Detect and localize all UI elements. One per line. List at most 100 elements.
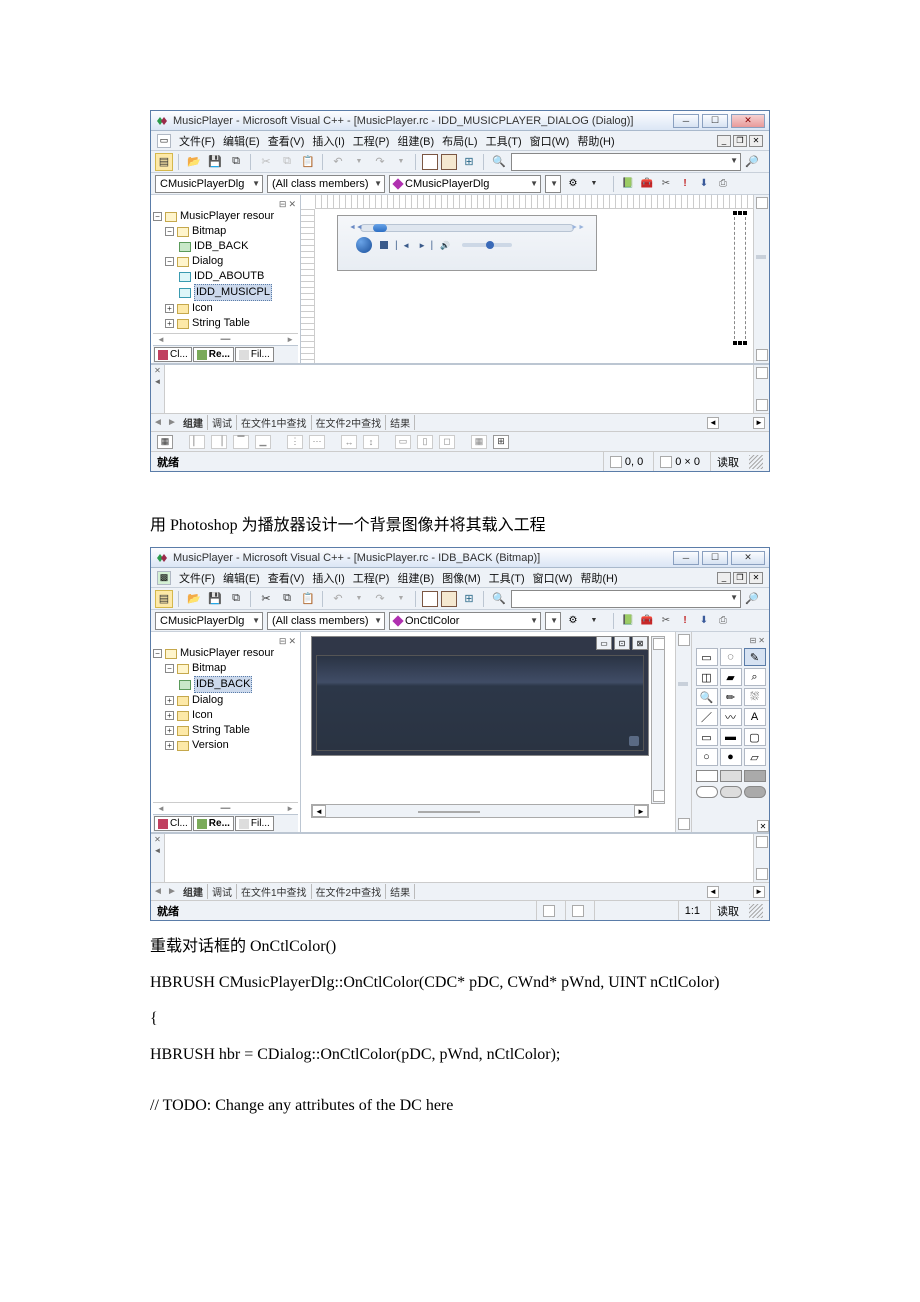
play-button[interactable] — [356, 237, 372, 253]
tab-results[interactable]: 结果 — [386, 884, 415, 899]
menu-project[interactable]: 工程(P) — [353, 133, 390, 149]
maximize-button[interactable]: ☐ — [702, 551, 728, 565]
option-4[interactable] — [696, 786, 718, 798]
output-button[interactable] — [441, 154, 457, 170]
mini-btn-3[interactable]: ⊠ — [632, 636, 648, 650]
tab-find2[interactable]: 在文件2中查找 — [312, 884, 387, 899]
cut-button[interactable]: ✂ — [257, 153, 275, 171]
tree-bitmap[interactable]: Bitmap — [192, 224, 226, 239]
slider-thumb[interactable] — [373, 224, 387, 232]
line-tool[interactable]: ／ — [696, 708, 718, 726]
editor-vscroll[interactable] — [753, 195, 769, 363]
menu-build[interactable]: 组建(B) — [397, 133, 434, 149]
menu-file[interactable]: 文件(F) — [179, 570, 215, 586]
center-v[interactable]: ⋯ — [309, 435, 325, 449]
nav-combo[interactable] — [545, 175, 561, 193]
redo-button[interactable]: ↷ — [371, 590, 389, 608]
eraser-tool[interactable]: ◫ — [696, 668, 718, 686]
tab-next[interactable]: ► — [165, 886, 179, 897]
guides-toggle[interactable]: ⊞ — [493, 435, 509, 449]
download-icon[interactable]: ⬇ — [696, 176, 712, 192]
menu-edit[interactable]: 编辑(E) — [223, 133, 260, 149]
nav-combo[interactable] — [545, 612, 561, 630]
find-combo[interactable] — [511, 590, 741, 608]
tab-find1[interactable]: 在文件1中查找 — [237, 415, 312, 430]
menu-tools[interactable]: 工具(T) — [486, 133, 522, 149]
close-button[interactable]: ✕ — [731, 551, 765, 565]
filled-rect-tool[interactable]: ▬ — [720, 728, 742, 746]
tab-next[interactable]: ► — [165, 417, 179, 428]
hscroll-thumb[interactable] — [418, 811, 480, 813]
workspace-button[interactable] — [422, 154, 438, 170]
tab-fileview[interactable]: Fil... — [235, 347, 274, 362]
find-button[interactable]: 🔎 — [744, 591, 760, 607]
align-right[interactable]: ▕ — [211, 435, 227, 449]
minimize-button[interactable]: ─ — [673, 114, 699, 128]
find-in-files-button[interactable]: 🔍 — [490, 153, 508, 171]
menu-image[interactable]: 图像(M) — [442, 570, 481, 586]
save-all-button[interactable]: ⧉ — [227, 153, 245, 171]
tab-build[interactable]: 组建 — [179, 415, 208, 430]
rect-tool[interactable]: ▭ — [696, 728, 718, 746]
filled-ellipse-tool[interactable]: ● — [720, 748, 742, 766]
output-vscroll[interactable] — [753, 834, 769, 882]
tab-prev[interactable]: ◄ — [151, 417, 165, 428]
save-all-button[interactable]: ⧉ — [227, 590, 245, 608]
tab-prev[interactable]: ◄ — [151, 886, 165, 897]
hscroll-right[interactable]: ► — [753, 417, 765, 429]
menu-window[interactable]: 窗口(W) — [533, 570, 573, 586]
tab-classview[interactable]: Cl... — [154, 347, 192, 362]
wizard-action-icon[interactable]: ⚙ — [565, 176, 581, 192]
same-size[interactable]: ◻ — [439, 435, 455, 449]
mdi-minimize[interactable]: _ — [717, 135, 731, 147]
find-button[interactable]: 🔎 — [744, 154, 760, 170]
copy-button[interactable]: ⧉ — [278, 590, 296, 608]
scissors-icon[interactable]: ✂ — [658, 176, 674, 192]
class-combo[interactable]: CMusicPlayerDlg — [155, 612, 263, 630]
align-left[interactable]: ▏ — [189, 435, 205, 449]
rewind-icon[interactable]: ◄◄ — [349, 224, 363, 231]
align-top[interactable]: ▔ — [233, 435, 249, 449]
volume-icon[interactable]: 🔊 — [440, 241, 450, 250]
prev-button[interactable]: ▏◄ — [396, 241, 410, 250]
collapse-icon[interactable]: − — [165, 227, 174, 236]
resource-tree[interactable]: −MusicPlayer resour −Bitmap IDB_BACK −Di… — [153, 209, 298, 333]
cut-button[interactable]: ✂ — [257, 590, 275, 608]
members-combo[interactable]: (All class members) — [267, 175, 385, 193]
tab-debug[interactable]: 调试 — [208, 884, 237, 899]
mdi-restore[interactable]: ❐ — [733, 572, 747, 584]
find-in-files-button[interactable]: 🔍 — [490, 590, 508, 608]
redo-dd[interactable]: ▼ — [392, 153, 410, 171]
tree-bitmap[interactable]: Bitmap — [192, 661, 226, 676]
mini-btn-1[interactable]: ▭ — [596, 636, 612, 650]
space-h[interactable]: ↔ — [341, 435, 357, 449]
option-6[interactable] — [744, 786, 766, 798]
menu-window[interactable]: 窗口(W) — [530, 133, 570, 149]
members-combo[interactable]: (All class members) — [267, 612, 385, 630]
same-height[interactable]: ▯ — [417, 435, 433, 449]
same-width[interactable]: ▭ — [395, 435, 411, 449]
tab-classview[interactable]: Cl... — [154, 816, 192, 831]
new-button[interactable]: ▤ — [155, 590, 173, 608]
hscroll-right[interactable]: ► — [634, 805, 648, 817]
palette-close-icon[interactable]: ✕ — [757, 820, 769, 832]
pin-icon[interactable]: ⊟ — [750, 636, 757, 646]
resize-grip[interactable] — [749, 455, 763, 469]
tab-build[interactable]: 组建 — [179, 884, 208, 899]
tree-string-table[interactable]: String Table — [192, 316, 250, 331]
test-dialog-button[interactable]: ▦ — [157, 435, 173, 449]
bitmap-editor[interactable]: ▭ ⊡ ⊠ ◄ ► — [301, 632, 675, 832]
maximize-button[interactable]: ☐ — [702, 114, 728, 128]
tab-find2[interactable]: 在文件2中查找 — [312, 415, 387, 430]
curve-tool[interactable]: 〰 — [720, 708, 742, 726]
text-tool[interactable]: A — [744, 708, 766, 726]
option-1[interactable] — [696, 770, 718, 782]
undo-button[interactable]: ↶ — [329, 153, 347, 171]
output-body[interactable] — [165, 834, 753, 882]
tree-hscroll[interactable]: ◄━━► — [153, 333, 298, 345]
resize-grip[interactable] — [749, 904, 763, 918]
workspace-button[interactable] — [422, 591, 438, 607]
ellipse-tool[interactable]: ○ — [696, 748, 718, 766]
menu-layout[interactable]: 布局(L) — [442, 133, 477, 149]
menu-view[interactable]: 查看(V) — [268, 133, 305, 149]
